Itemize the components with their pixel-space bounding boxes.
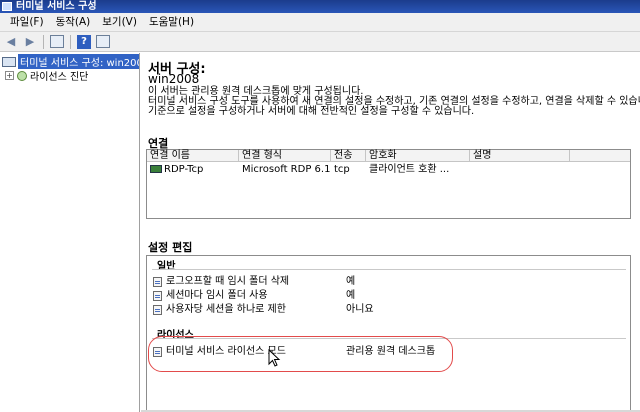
show-pane-icon <box>50 35 64 48</box>
setting-name: 세션마다 임시 폴더 사용 <box>166 290 268 301</box>
properties-icon <box>153 277 162 287</box>
menu-action[interactable]: 동작(A) <box>50 13 97 32</box>
expand-icon[interactable]: + <box>5 71 14 80</box>
menu-file[interactable]: 파일(F) <box>4 13 50 32</box>
description-line: 기준으로 설정을 구성하거나 서버에 대해 전반적인 설정을 구성할 수 있습니… <box>148 106 475 117</box>
tree-item-label: 라이선스 진단 <box>30 72 89 83</box>
settings-section-title: 설정 편집 <box>148 241 193 254</box>
table-header: 연결 이름 연결 형식 전송 암호화 설명 <box>147 150 630 162</box>
connection-name-cell: RDP-Tcp <box>150 164 203 176</box>
help-icon: ? <box>77 34 91 49</box>
column-header-encryption[interactable]: 암호화 <box>366 150 470 162</box>
setting-name: 사용자당 세션을 하나로 제한 <box>166 304 286 315</box>
column-header-name[interactable]: 연결 이름 <box>147 150 239 162</box>
tree-pane: 터미널 서비스 구성: win2008 + 라이선스 진단 <box>0 53 140 412</box>
menu-bar: 파일(F) 동작(A) 보기(V) 도움말(H) <box>0 13 640 32</box>
setting-value: 예 <box>346 290 356 301</box>
connection-encryption: 클라이언트 호환 ... <box>369 164 450 175</box>
console-icon <box>96 35 110 48</box>
settings-panel: 일반 로그오프할 때 임시 폴더 삭제 예 세션마다 임시 폴더 사용 예 사용… <box>146 255 631 412</box>
toolbar-separator <box>70 34 71 49</box>
properties-icon <box>153 291 162 301</box>
menu-help[interactable]: 도움말(H) <box>143 13 200 32</box>
menu-view[interactable]: 보기(V) <box>96 13 143 32</box>
diagnosis-icon <box>17 70 27 81</box>
back-arrow-icon[interactable]: ◀ <box>3 34 19 50</box>
network-connection-icon <box>150 165 162 173</box>
console-button[interactable] <box>95 34 111 50</box>
column-header-transport[interactable]: 전송 <box>331 150 366 162</box>
tree-item-server-config[interactable]: 터미널 서비스 구성: win2008 <box>2 54 139 69</box>
mouse-cursor-icon <box>268 349 281 367</box>
setting-value: 예 <box>346 276 356 287</box>
server-name: win2008 <box>148 72 200 86</box>
toolbar: ◀ ▶ ? <box>0 32 640 52</box>
group-divider <box>152 269 626 270</box>
tree-item-label: 터미널 서비스 구성: win2008 <box>18 54 139 69</box>
toolbar-separator <box>43 34 44 49</box>
setting-name: 로그오프할 때 임시 폴더 삭제 <box>166 276 290 287</box>
window-title: 터미널 서비스 구성 <box>16 1 97 12</box>
properties-icon <box>153 305 162 315</box>
column-header-description[interactable]: 설명 <box>470 150 570 162</box>
app-icon <box>2 2 12 11</box>
connection-transport: tcp <box>334 164 350 175</box>
title-bar: 터미널 서비스 구성 <box>0 0 640 13</box>
help-button[interactable]: ? <box>76 34 92 50</box>
setting-value: 아니요 <box>346 304 374 315</box>
show-pane-button[interactable] <box>49 34 65 50</box>
highlight-annotation <box>148 336 453 372</box>
forward-arrow-icon[interactable]: ▶ <box>22 34 38 50</box>
connection-name: RDP-Tcp <box>164 164 204 175</box>
tree-item-license-diagnosis[interactable]: + 라이선스 진단 <box>5 69 89 83</box>
connections-table: 연결 이름 연결 형식 전송 암호화 설명 RDP-Tcp Microsoft … <box>146 149 631 219</box>
column-header-type[interactable]: 연결 형식 <box>239 150 331 162</box>
computer-icon <box>2 56 16 67</box>
connection-type: Microsoft RDP 6.1 <box>242 164 331 175</box>
